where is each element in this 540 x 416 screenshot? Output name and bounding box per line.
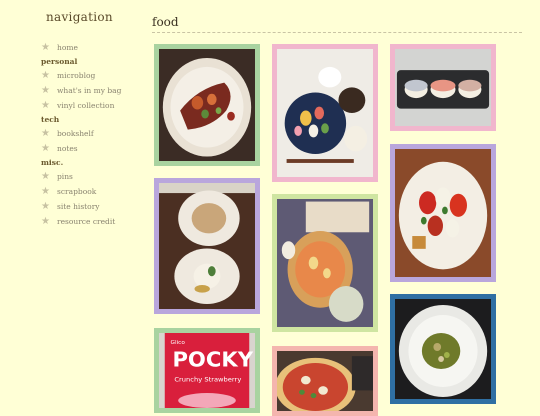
photo-pizza[interactable] <box>272 346 378 416</box>
photo-green-soup[interactable] <box>390 294 496 404</box>
photo-tomato-caprese[interactable] <box>390 144 496 282</box>
nav-item-label: pins <box>57 172 73 181</box>
pocky-flavor-text: Crunchy Strawberry <box>174 376 241 384</box>
photo-pocky-box[interactable]: Glico POCKY Crunchy Strawberry <box>154 328 260 413</box>
nav-title: navigation <box>46 10 113 24</box>
nav-item-label: bookshelf <box>57 129 94 138</box>
nav-list: ★ home personal ★ microblog ★ what's in my bag… <box>28 40 138 229</box>
nav-section-misc: misc. <box>41 158 64 167</box>
pocky-brand-text: Glico <box>171 340 186 346</box>
star-icon: ★ <box>41 127 50 139</box>
nav-item-scrapbook[interactable]: ★ scrapbook <box>28 184 138 199</box>
nav-item-label: resource credit <box>57 217 116 226</box>
nav-item-home[interactable]: ★ home <box>28 40 138 55</box>
photo-pizza-bread[interactable] <box>272 194 378 332</box>
nav-item-microblog[interactable]: ★ microblog <box>28 68 138 83</box>
nav-item-pins[interactable]: ★ pins <box>28 169 138 184</box>
star-icon: ★ <box>41 215 50 227</box>
nav-item-vinyl-collection[interactable]: ★ vinyl collection <box>28 98 138 113</box>
star-icon: ★ <box>41 84 50 96</box>
star-icon: ★ <box>41 142 50 154</box>
star-icon: ★ <box>41 200 50 212</box>
nav-item-bookshelf[interactable]: ★ bookshelf <box>28 126 138 141</box>
star-icon: ★ <box>41 185 50 197</box>
sidebar: navigation ★ home personal ★ microblog ★ what'… <box>28 10 138 229</box>
photo-steak-plate[interactable] <box>154 44 260 166</box>
photo-sushi-platter[interactable] <box>272 44 378 182</box>
nav-item-label: what's in my bag <box>57 86 122 95</box>
star-icon: ★ <box>41 69 50 81</box>
nav-item-resource-credit[interactable]: ★ resource credit <box>28 214 138 229</box>
nav-section-tech: tech <box>41 115 60 124</box>
page-title: food <box>152 15 179 29</box>
nav-item-label: site history <box>57 202 100 211</box>
nav-item-what-s-in-my-bag[interactable]: ★ what's in my bag <box>28 83 138 98</box>
photo-nigiri[interactable] <box>390 44 496 131</box>
nav-item-label: notes <box>57 144 78 153</box>
photo-two-plates[interactable] <box>154 178 260 314</box>
nav-item-label: home <box>57 43 78 52</box>
pocky-product-text: POCKY <box>172 348 253 372</box>
star-icon: ★ <box>41 99 50 111</box>
nav-item-label: microblog <box>57 71 96 80</box>
title-divider <box>152 32 522 33</box>
nav-item-notes[interactable]: ★ notes <box>28 141 138 156</box>
nav-section-personal: personal <box>41 57 78 66</box>
nav-item-label: vinyl collection <box>57 101 115 110</box>
nav-item-label: scrapbook <box>57 187 97 196</box>
star-icon: ★ <box>41 41 50 53</box>
nav-item-site-history[interactable]: ★ site history <box>28 199 138 214</box>
main-content: food <box>152 0 524 33</box>
star-icon: ★ <box>41 170 50 182</box>
